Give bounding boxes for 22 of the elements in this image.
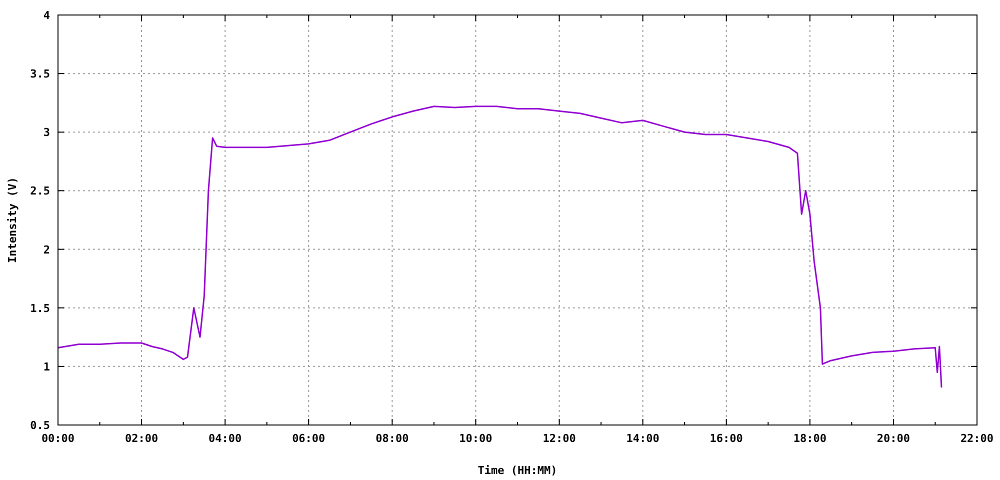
tick-label: 10:00 [459,432,492,445]
tick-label: 06:00 [292,432,326,445]
tick-label: 22:00 [960,432,994,445]
tick-label: 12:00 [542,432,576,445]
axis-title: Intensity (V) [6,176,19,264]
axis-title: Time (HH:MM) [478,464,558,477]
tick-label: 0.5 [30,419,50,432]
tick-label: 3.5 [30,68,50,81]
tick-label: 2.5 [30,184,50,198]
tick-label: 3 [43,126,50,140]
tick-label: 4 [43,9,50,22]
tick-label: 20:00 [876,432,910,445]
tick-label: 2 [43,243,50,256]
tick-label: 00:00 [41,432,75,445]
tick-label: 1.5 [30,302,50,315]
tick-label: 02:00 [124,432,158,445]
tick-label: 1 [43,360,50,374]
tick-label: 04:00 [208,432,242,445]
tick-label: 16:00 [710,432,743,445]
tick-label: 14:00 [626,432,660,445]
tick-label: 08:00 [376,432,409,445]
tick-label: 18:00 [793,432,826,445]
